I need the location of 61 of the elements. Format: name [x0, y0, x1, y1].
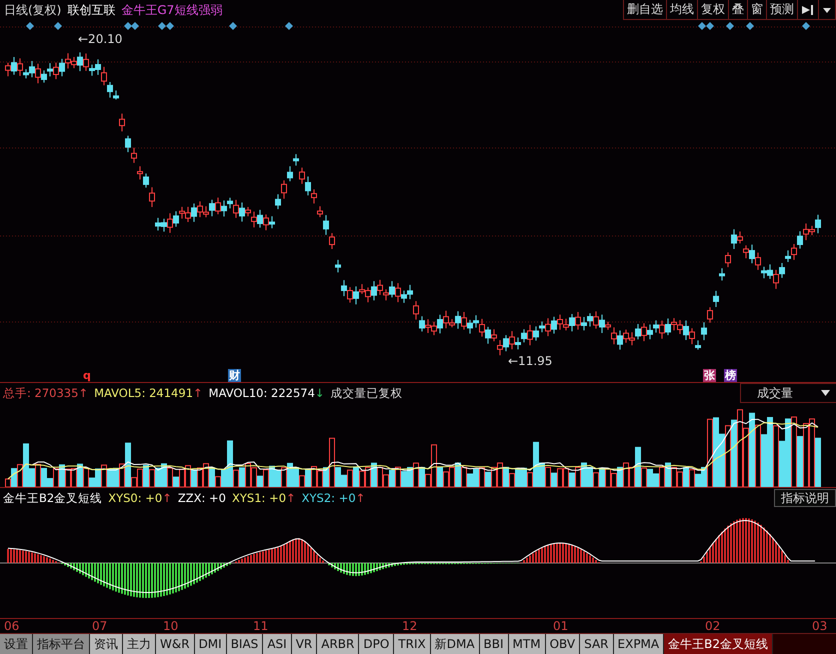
indicator-tab[interactable]: BBI	[480, 634, 509, 654]
toolbar-button[interactable]: 均线	[667, 0, 698, 19]
period-label: 日线(复权)	[4, 2, 62, 18]
indicator-tab[interactable]: BIAS	[226, 634, 264, 654]
indicator-name: 金牛王B2金叉短线	[3, 490, 102, 506]
diamond-icon	[802, 22, 810, 30]
volume-reading: 总手: 270335↑	[3, 386, 88, 400]
indicator-tab[interactable]: DPO	[359, 634, 394, 654]
indicator-reading: ZZX: +0	[178, 491, 226, 505]
toolbar-button[interactable]: 预测	[767, 0, 798, 19]
axis-label: 12	[402, 619, 418, 633]
toolbar-button[interactable]: 叠	[729, 0, 748, 19]
diamond-icon	[285, 22, 293, 30]
indicator-tab[interactable]: TRIX	[394, 634, 431, 654]
indicator-title: 金牛王G7短线强弱	[121, 2, 222, 18]
indicator-tab[interactable]: 金牛王B2金叉短线	[664, 634, 773, 654]
indicator-tab[interactable]: MTM	[508, 634, 546, 654]
indicator-dropdown[interactable]: 成交量	[740, 383, 836, 403]
axis-label: 11	[253, 619, 268, 633]
volume-note: 成交量已复权	[330, 386, 403, 400]
indicator-tab[interactable]: ASI	[263, 634, 292, 654]
indicator-tab[interactable]: EXPMA	[614, 634, 664, 654]
indicator-tab[interactable]: OBV	[546, 634, 580, 654]
diamond-icon	[54, 22, 62, 30]
indicator-tab[interactable]: VR	[292, 634, 318, 654]
indicator-reading: XYS1: +0↑	[232, 491, 296, 505]
event-mark[interactable]: q	[82, 369, 92, 382]
indicator-help-button[interactable]: 指标说明	[774, 489, 836, 507]
event-mark[interactable]: 张	[703, 369, 716, 382]
diamond-icon	[726, 22, 734, 30]
price-label: ←11.95	[508, 354, 552, 368]
axis-label: 07	[92, 619, 108, 633]
diamond-icon	[229, 22, 237, 30]
caret-icon	[821, 390, 830, 396]
axis-label: 06	[4, 619, 20, 633]
indicator-tab[interactable]: SAR	[580, 634, 614, 654]
volume-reading: MAVOL5: 241491↑	[94, 386, 203, 400]
indicator-tab[interactable]: 资讯	[90, 634, 123, 654]
indicator-tab[interactable]: 新DMA	[430, 634, 480, 654]
event-mark[interactable]: 财	[228, 369, 241, 382]
indicator-tab[interactable]: 设置	[0, 634, 33, 654]
axis-label: 02	[705, 619, 720, 633]
toolbar-button[interactable]: 复权	[698, 0, 729, 19]
indicator-reading: XYS0: +0↑	[108, 491, 172, 505]
axis-label: 10	[163, 619, 178, 633]
volume-reading: MAVOL10: 222574↓	[208, 386, 325, 400]
indicator-reading: XYS2: +0↑	[302, 491, 366, 505]
indicator-tab[interactable]: 主力	[123, 634, 156, 654]
toolbar-button[interactable]: 删自选	[624, 0, 667, 19]
indicator-tab[interactable]: ARBR	[317, 634, 360, 654]
diamond-icon	[26, 22, 34, 30]
indicator-tab[interactable]: DMI	[194, 634, 227, 654]
indicator-tab[interactable]: 指标平台	[33, 634, 90, 654]
toolbar-button[interactable]: 窗	[748, 0, 767, 19]
event-mark[interactable]: 榜	[724, 369, 737, 382]
axis-label: 03	[812, 619, 828, 633]
diamond-icon	[746, 22, 754, 30]
axis-label: 01	[553, 619, 568, 633]
indicator-tab[interactable]: W&R	[156, 634, 195, 654]
price-label: ←20.10	[78, 32, 122, 46]
stock-name: 联创互联	[67, 2, 116, 18]
